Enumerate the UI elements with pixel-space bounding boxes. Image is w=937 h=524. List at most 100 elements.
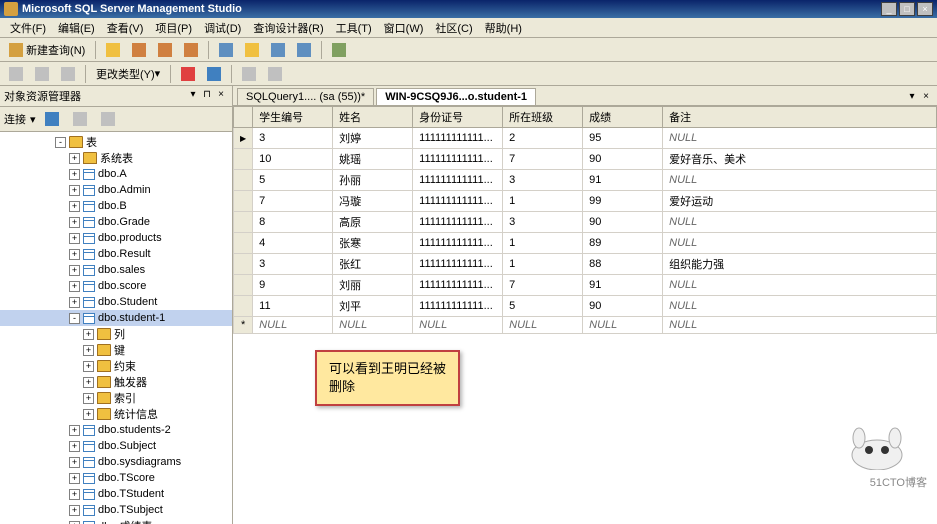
table-cell[interactable]: 7	[503, 275, 583, 296]
table-cell[interactable]: 冯璇	[333, 191, 413, 212]
table-cell[interactable]: NULL	[333, 317, 413, 334]
table-cell[interactable]: 95	[583, 128, 663, 149]
expander-icon[interactable]: +	[69, 297, 80, 308]
table-cell[interactable]: NULL	[663, 275, 937, 296]
table-cell[interactable]: 90	[583, 296, 663, 317]
table-row[interactable]: 10姚瑶111111111111...790爱好音乐、美术	[234, 149, 937, 170]
new-query-button[interactable]: 新建查询(N)	[4, 40, 90, 60]
expander-icon[interactable]: +	[69, 153, 80, 164]
table-cell[interactable]: NULL	[663, 233, 937, 254]
expander-icon[interactable]: +	[83, 393, 94, 404]
table-row[interactable]: 3刘婷111111111111...295NULL	[234, 128, 937, 149]
expander-icon[interactable]: +	[69, 265, 80, 276]
db-icon[interactable]	[127, 40, 151, 60]
tree-node[interactable]: +dbo.Student	[0, 294, 232, 310]
saveall-icon[interactable]	[292, 40, 316, 60]
tree-node[interactable]: +dbo.sysdiagrams	[0, 454, 232, 470]
tree-node[interactable]: +dbo.成绩表	[0, 518, 232, 524]
tree-node[interactable]: +dbo.Result	[0, 246, 232, 262]
table-cell[interactable]: 刘丽	[333, 275, 413, 296]
tree-node[interactable]: +dbo.B	[0, 198, 232, 214]
expander-icon[interactable]: -	[69, 313, 80, 324]
expander-icon[interactable]: +	[69, 489, 80, 500]
column-header[interactable]: 成绩	[583, 107, 663, 128]
change-type-button[interactable]: 更改类型(Y) ▾	[91, 64, 165, 84]
db2-icon[interactable]	[153, 40, 177, 60]
table-cell[interactable]: NULL	[663, 170, 937, 191]
table-cell[interactable]: 2	[503, 128, 583, 149]
table-row[interactable]: 5孙丽111111111111...391NULL	[234, 170, 937, 191]
menu-item[interactable]: 编辑(E)	[52, 18, 101, 38]
expander-icon[interactable]: +	[69, 473, 80, 484]
table-cell[interactable]: 111111111111...	[413, 275, 503, 296]
tree-node[interactable]: +约束	[0, 358, 232, 374]
menu-item[interactable]: 窗口(W)	[378, 18, 430, 38]
table-cell[interactable]: 高原	[333, 212, 413, 233]
table-cell[interactable]: 11	[253, 296, 333, 317]
tree-node[interactable]: +dbo.TSubject	[0, 502, 232, 518]
row-selector[interactable]	[234, 254, 253, 275]
table-cell[interactable]: 刘平	[333, 296, 413, 317]
column-header[interactable]: 学生编号	[253, 107, 333, 128]
table-row[interactable]: 8高原111111111111...390NULL	[234, 212, 937, 233]
results-icon[interactable]	[56, 64, 80, 84]
table-cell[interactable]: 88	[583, 254, 663, 275]
table-cell[interactable]: 3	[503, 170, 583, 191]
table-cell[interactable]: 3	[503, 212, 583, 233]
table-cell[interactable]: 10	[253, 149, 333, 170]
groupby-icon[interactable]	[237, 64, 261, 84]
addtable-icon[interactable]	[263, 64, 287, 84]
table-cell[interactable]: 1	[503, 191, 583, 212]
table-row[interactable]: NULLNULLNULLNULLNULLNULL	[234, 317, 937, 334]
table-cell[interactable]: 孙丽	[333, 170, 413, 191]
tab-student1[interactable]: WIN-9CSQ9J6...o.student-1	[376, 88, 536, 105]
tree-node[interactable]: +dbo.Subject	[0, 438, 232, 454]
row-selector[interactable]	[234, 233, 253, 254]
expander-icon[interactable]: +	[83, 361, 94, 372]
column-header[interactable]: 备注	[663, 107, 937, 128]
tree-node[interactable]: +系统表	[0, 150, 232, 166]
table-row[interactable]: 7冯璇111111111111...199爱好运动	[234, 191, 937, 212]
refresh-icon[interactable]	[40, 109, 64, 129]
row-selector[interactable]	[234, 275, 253, 296]
tree-node[interactable]: +dbo.score	[0, 278, 232, 294]
row-selector[interactable]	[234, 317, 253, 334]
table-cell[interactable]: 组织能力强	[663, 254, 937, 275]
connect-button[interactable]: 连接	[4, 111, 26, 127]
column-header[interactable]: 身份证号	[413, 107, 503, 128]
expander-icon[interactable]: +	[69, 457, 80, 468]
menu-item[interactable]: 查询设计器(R)	[247, 18, 329, 38]
expander-icon[interactable]: +	[69, 233, 80, 244]
expander-icon[interactable]: +	[69, 441, 80, 452]
table-cell[interactable]: NULL	[253, 317, 333, 334]
expander-icon[interactable]: +	[69, 425, 80, 436]
table-cell[interactable]: 99	[583, 191, 663, 212]
table-cell[interactable]: 111111111111...	[413, 212, 503, 233]
table-cell[interactable]: NULL	[663, 296, 937, 317]
panel-pin-icon[interactable]: ⊓	[200, 89, 214, 103]
expander-icon[interactable]: +	[69, 217, 80, 228]
db3-icon[interactable]	[179, 40, 203, 60]
row-selector[interactable]	[234, 149, 253, 170]
table-cell[interactable]: 91	[583, 275, 663, 296]
column-header[interactable]: 所在班级	[503, 107, 583, 128]
tree-node[interactable]: +dbo.A	[0, 166, 232, 182]
table-cell[interactable]: NULL	[583, 317, 663, 334]
tree-node[interactable]: +dbo.products	[0, 230, 232, 246]
maximize-button[interactable]: □	[899, 2, 915, 16]
table-cell[interactable]: 111111111111...	[413, 170, 503, 191]
row-selector[interactable]	[234, 170, 253, 191]
table-cell[interactable]: 7	[253, 191, 333, 212]
table-cell[interactable]: 4	[253, 233, 333, 254]
tree-node[interactable]: +触发器	[0, 374, 232, 390]
row-selector[interactable]	[234, 296, 253, 317]
run-icon[interactable]	[176, 64, 200, 84]
menu-item[interactable]: 文件(F)	[4, 18, 52, 38]
menu-item[interactable]: 社区(C)	[429, 18, 478, 38]
filter-icon[interactable]	[96, 109, 120, 129]
tab-sqlquery[interactable]: SQLQuery1.... (sa (55))*	[237, 88, 374, 105]
table-cell[interactable]: 3	[253, 254, 333, 275]
table-cell[interactable]: NULL	[663, 212, 937, 233]
minimize-button[interactable]: _	[881, 2, 897, 16]
table-cell[interactable]: 111111111111...	[413, 149, 503, 170]
